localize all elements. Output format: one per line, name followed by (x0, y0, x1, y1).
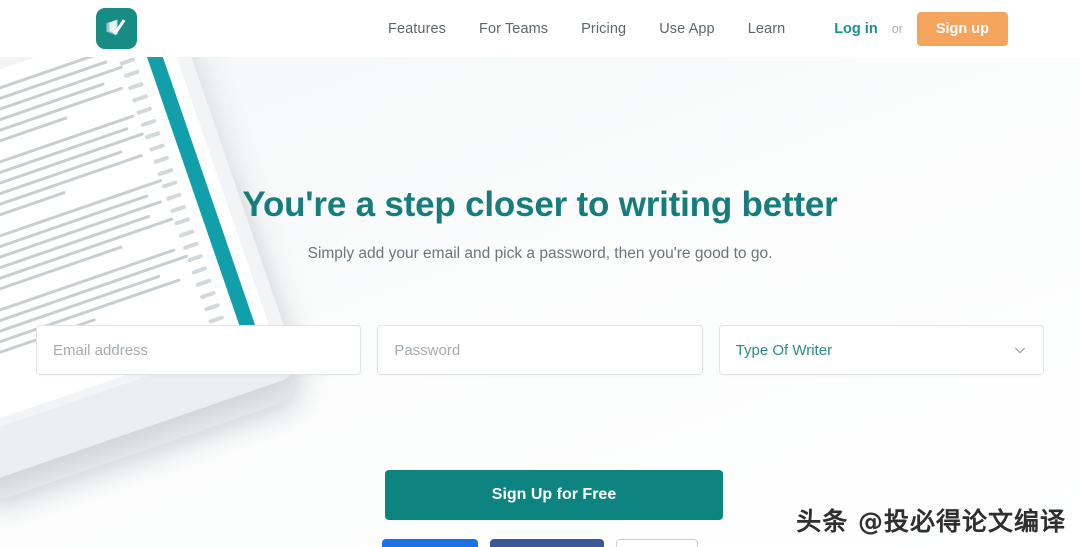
site-header: Features For Teams Pricing Use App Learn… (0, 0, 1080, 57)
tablet-illustration (0, 57, 301, 489)
nav-item-use-app[interactable]: Use App (659, 21, 715, 37)
or-separator-label: or (891, 21, 903, 36)
nav-item-pricing[interactable]: Pricing (581, 21, 626, 37)
signup-form: Type Of Writer (36, 325, 1044, 375)
writer-type-selected-value: Type Of Writer (735, 341, 833, 359)
grammarly-book-logo-icon (104, 16, 129, 41)
nav-item-features[interactable]: Features (388, 21, 446, 37)
nav-item-learn[interactable]: Learn (748, 21, 786, 37)
writer-type-select[interactable]: Type Of Writer (718, 325, 1044, 375)
email-input[interactable] (53, 341, 345, 359)
email-field-wrapper[interactable] (36, 325, 362, 375)
password-field-wrapper[interactable] (377, 325, 703, 375)
chevron-down-icon (1013, 343, 1027, 357)
sign-up-button[interactable]: Sign up (916, 11, 1008, 46)
password-input[interactable] (394, 341, 686, 359)
google-login-button[interactable]: Google (381, 539, 479, 547)
auth-actions: Log in or Sign up (834, 0, 1008, 57)
sign-up-for-free-button[interactable]: Sign Up for Free (385, 470, 723, 520)
watermark-text: 头条 @投必得论文编译 (796, 507, 1066, 536)
hero-section: You're a step closer to writing better S… (0, 57, 1080, 547)
main-nav: Features For Teams Pricing Use App Learn (388, 0, 785, 57)
signup-page: Features For Teams Pricing Use App Learn… (0, 0, 1080, 547)
sso-login-button[interactable]: SSO (615, 539, 699, 547)
page-title: You're a step closer to writing better (242, 185, 838, 224)
log-in-link[interactable]: Log in (834, 21, 878, 37)
nav-item-for-teams[interactable]: For Teams (479, 21, 548, 37)
page-subtitle: Simply add your email and pick a passwor… (307, 245, 773, 262)
social-login-row: Google Facebook (0, 539, 1080, 547)
brand-logo[interactable] (96, 8, 137, 49)
facebook-login-button[interactable]: Facebook (490, 539, 604, 547)
